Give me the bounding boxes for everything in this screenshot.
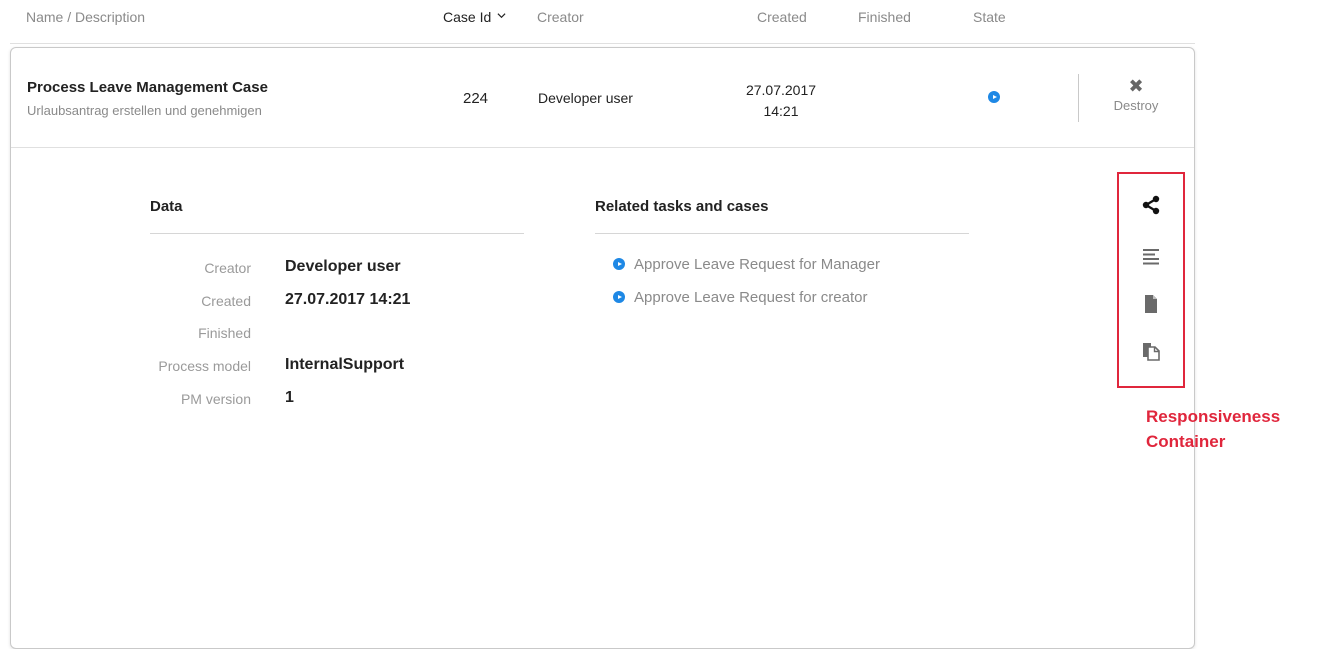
annotation-line-2: Container <box>1146 432 1226 451</box>
detail-process-model-value: InternalSupport <box>285 356 405 373</box>
column-created: Created <box>757 9 807 25</box>
share-icon[interactable] <box>1141 195 1161 215</box>
case-title[interactable]: Process Leave Management Case <box>27 79 268 96</box>
responsiveness-container-annotation: Responsiveness Container <box>1146 404 1280 454</box>
task-running-icon <box>613 258 625 270</box>
card-divider <box>11 147 1194 148</box>
detail-process-model-label: Process model <box>158 358 251 374</box>
detail-creator-label: Creator <box>204 260 251 276</box>
case-creator: Developer user <box>538 90 633 106</box>
case-id: 224 <box>463 90 489 107</box>
case-created-date: 27.07.2017 <box>745 82 817 98</box>
related-item-label: Approve Leave Request for Manager <box>634 256 880 273</box>
column-case-id-label: Case Id <box>443 9 492 25</box>
detail-pm-version-label: PM version <box>180 391 251 407</box>
case-description: Urlaubsantrag erstellen und genehmigen <box>27 103 262 118</box>
column-case-id-sort[interactable]: Case Id <box>443 9 506 25</box>
close-icon: ✖ <box>1128 76 1144 96</box>
related-item-label: Approve Leave Request for creator <box>634 289 868 306</box>
header-divider <box>10 43 1195 44</box>
text-lines-icon[interactable] <box>1141 246 1161 266</box>
state-running-icon <box>988 91 1000 103</box>
detail-created-value: 27.07.2017 14:21 <box>285 291 411 308</box>
column-finished: Finished <box>858 9 911 25</box>
copy-document-icon[interactable] <box>1141 341 1161 361</box>
related-item-link[interactable]: Approve Leave Request for creator <box>613 289 867 306</box>
related-section-title: Related tasks and cases <box>595 198 769 215</box>
column-name-description: Name / Description <box>26 9 146 25</box>
case-card: Process Leave Management Case Urlaubsant… <box>10 47 1195 649</box>
chevron-down-icon <box>497 13 506 19</box>
case-created: 27.07.2017 14:21 <box>711 80 851 122</box>
detail-created-label: Created <box>201 293 251 309</box>
destroy-label: Destroy <box>1113 98 1159 113</box>
detail-creator-value: Developer user <box>285 258 401 275</box>
data-section-divider <box>150 233 524 234</box>
column-creator: Creator <box>537 9 584 25</box>
detail-finished-label: Finished <box>198 325 251 341</box>
annotation-line-1: Responsiveness <box>1146 407 1281 426</box>
document-icon[interactable] <box>1141 294 1161 314</box>
case-created-time: 14:21 <box>763 103 799 119</box>
task-running-icon <box>613 291 625 303</box>
related-section-divider <box>595 233 969 234</box>
destroy-button[interactable]: ✖ Destroy <box>1096 77 1176 113</box>
data-section-title: Data <box>150 198 183 215</box>
related-item-link[interactable]: Approve Leave Request for Manager <box>613 256 880 273</box>
column-state: State <box>973 9 1006 25</box>
detail-pm-version-value: 1 <box>285 389 294 406</box>
row-action-separator <box>1078 74 1079 122</box>
